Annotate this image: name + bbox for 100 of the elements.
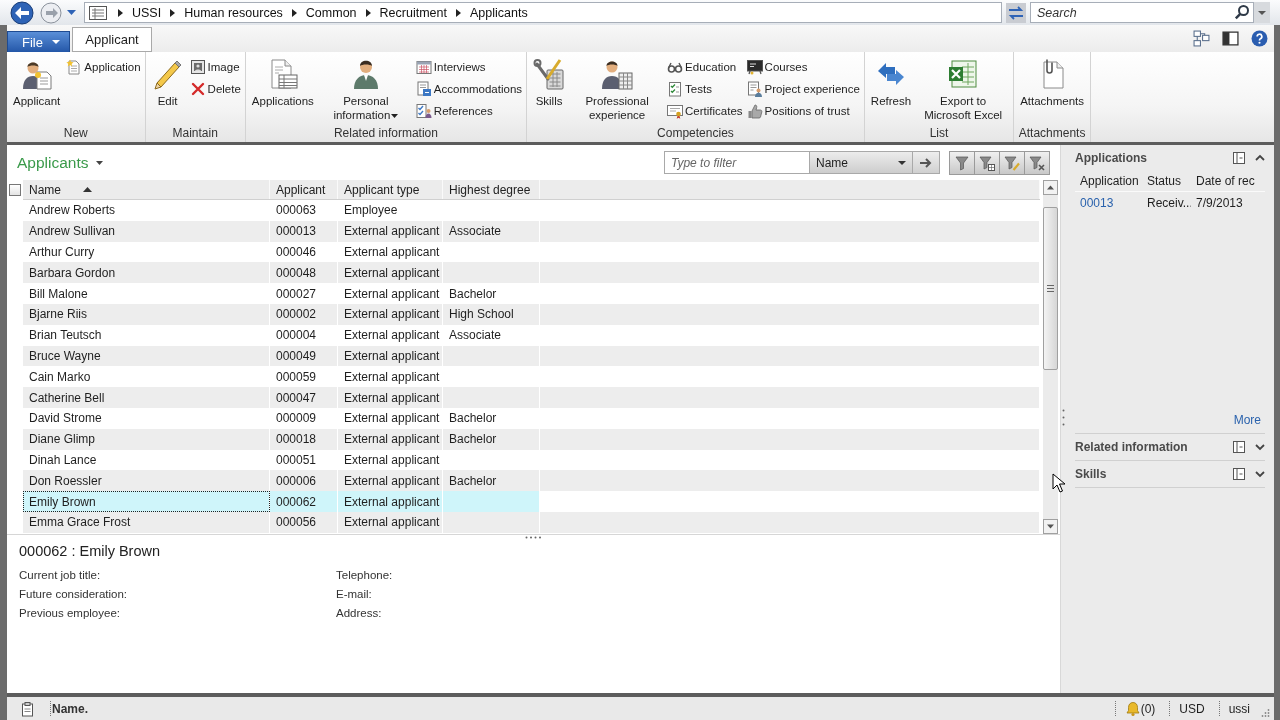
chevron-right-icon[interactable] bbox=[170, 8, 176, 17]
clipboard-icon[interactable] bbox=[20, 700, 36, 717]
scroll-up-icon[interactable] bbox=[1043, 180, 1058, 195]
funnel-icon bbox=[954, 154, 970, 171]
currency-label[interactable]: USD bbox=[1179, 701, 1205, 716]
grip-dots-icon[interactable] bbox=[1062, 409, 1065, 426]
address-bar[interactable]: USSI Human resources Common Recruitment Applicants bbox=[84, 2, 1002, 23]
layout-icon[interactable] bbox=[1193, 30, 1210, 47]
filter-button[interactable] bbox=[1024, 150, 1050, 175]
vertical-scrollbar[interactable] bbox=[1043, 180, 1058, 534]
search-field[interactable]: Search bbox=[1030, 2, 1254, 23]
ribbon-button[interactable]: Courses bbox=[745, 57, 861, 77]
pane-title[interactable]: Related information bbox=[1075, 440, 1188, 454]
table-row[interactable]: Barbara Gordon 000048 External applicant bbox=[23, 262, 1040, 284]
panel-icon[interactable] bbox=[1233, 441, 1245, 453]
swap-arrows-icon[interactable] bbox=[1006, 2, 1026, 23]
ribbon-button[interactable]: Edit bbox=[148, 56, 187, 108]
panel-icon[interactable] bbox=[1233, 468, 1245, 480]
pane-title[interactable]: Skills bbox=[1075, 467, 1107, 481]
table-cell: 000002 bbox=[276, 307, 317, 322]
scroll-down-icon[interactable] bbox=[1043, 519, 1058, 534]
ribbon-button[interactable]: Personal information bbox=[318, 56, 413, 122]
ribbon-tab[interactable]: Applicant bbox=[72, 27, 152, 52]
column-header[interactable]: Date of rec bbox=[1196, 174, 1255, 188]
ribbon-button[interactable]: Project experience bbox=[745, 79, 861, 99]
filter-button[interactable] bbox=[974, 150, 1000, 175]
caret-icon bbox=[95, 160, 103, 165]
filter-button[interactable] bbox=[999, 150, 1025, 175]
chevron-up-icon[interactable] bbox=[1255, 154, 1265, 162]
table-cell: 000062 bbox=[276, 494, 317, 509]
bell-icon[interactable] bbox=[1124, 700, 1141, 717]
table-row[interactable]: Catherine Bell 000047 External applicant bbox=[23, 387, 1040, 408]
table-cell: Andrew Roberts bbox=[29, 203, 116, 218]
breadcrumb-item[interactable]: Applicants bbox=[469, 5, 528, 20]
table-row[interactable]: Don Roessler 000006 External applicant Bachelor bbox=[23, 470, 1040, 492]
more-link[interactable]: More bbox=[1233, 413, 1261, 427]
chevron-down-icon[interactable] bbox=[1255, 470, 1265, 478]
grip-dots-icon[interactable] bbox=[525, 536, 541, 539]
ribbon-button[interactable]: Accommodations bbox=[414, 79, 524, 99]
breadcrumb-item[interactable]: Recruitment bbox=[379, 5, 447, 20]
filter-column-dropdown[interactable]: Name bbox=[810, 151, 913, 174]
ribbon-button[interactable]: Refresh bbox=[867, 56, 915, 108]
ribbon-button[interactable]: Attachments bbox=[1017, 56, 1088, 108]
chevron-right-icon[interactable] bbox=[365, 8, 371, 17]
table-row[interactable]: Bjarne Riis 000002 External applicant High School bbox=[23, 304, 1040, 325]
ribbon-button[interactable]: Interviews bbox=[414, 57, 524, 77]
ribbon-button[interactable]: Certificates bbox=[666, 101, 744, 121]
ribbon-button[interactable]: Tests bbox=[666, 79, 744, 99]
breadcrumb-item[interactable]: Common bbox=[305, 5, 357, 20]
help-icon[interactable] bbox=[1251, 30, 1268, 47]
ribbon-button[interactable]: Image bbox=[188, 57, 242, 77]
ribbon-button[interactable]: References bbox=[414, 101, 524, 121]
column-header[interactable]: Status bbox=[1147, 174, 1182, 188]
ribbon-button[interactable]: Education bbox=[666, 57, 744, 77]
record-link[interactable]: 00013 bbox=[1080, 196, 1114, 210]
table-cell: External applicant bbox=[344, 411, 440, 426]
apply-filter-button[interactable] bbox=[913, 151, 940, 174]
ribbon-button[interactable]: Applicant bbox=[10, 56, 64, 108]
ribbon-button[interactable]: Positions of trust bbox=[745, 101, 861, 121]
chevron-down-icon[interactable] bbox=[1255, 443, 1265, 451]
filter-field[interactable]: Type to filter bbox=[664, 151, 810, 174]
view-title-button[interactable]: Applicants bbox=[17, 153, 103, 172]
ribbon-button[interactable]: Skills bbox=[530, 56, 569, 108]
ribbon-button[interactable]: Applications bbox=[248, 56, 317, 108]
breadcrumb-item[interactable]: USSI bbox=[132, 5, 162, 20]
column-header[interactable]: Name bbox=[29, 182, 92, 197]
chevron-right-icon[interactable] bbox=[291, 8, 297, 17]
chevron-right-icon[interactable] bbox=[118, 8, 123, 17]
resize-grip-icon[interactable] bbox=[1260, 708, 1270, 718]
filter-button[interactable] bbox=[949, 150, 975, 175]
table-row[interactable]: Diane Glimp 000018 External applicant Bachelor bbox=[23, 428, 1040, 450]
table-row[interactable]: Bruce Wayne 000049 External applicant bbox=[23, 345, 1040, 367]
chevron-right-icon[interactable] bbox=[455, 8, 461, 17]
search-icon[interactable] bbox=[1234, 4, 1250, 20]
select-all-checkbox[interactable] bbox=[9, 184, 21, 196]
notification-count[interactable]: (0) bbox=[1140, 701, 1156, 716]
ribbon-button[interactable]: Export to Microsoft Excel bbox=[916, 56, 1011, 122]
table-cell: 000018 bbox=[276, 432, 317, 447]
ribbon-button[interactable]: Delete bbox=[188, 79, 242, 99]
table-cell: Receiv... bbox=[1147, 196, 1191, 210]
field-label: Address: bbox=[336, 606, 382, 621]
scrollbar-thumb[interactable] bbox=[1043, 207, 1058, 370]
page-icon[interactable] bbox=[89, 5, 107, 20]
caret-icon[interactable] bbox=[67, 10, 76, 15]
column-header[interactable]: Applicant type bbox=[344, 182, 420, 197]
user-label[interactable]: ussi bbox=[1228, 701, 1250, 716]
ribbon-button[interactable]: Professional experience bbox=[570, 56, 665, 122]
breadcrumb-item[interactable]: Human resources bbox=[184, 5, 283, 20]
table-row[interactable]: Emma Grace Frost 000056 External applicant bbox=[23, 511, 1040, 533]
document-person-icon bbox=[746, 81, 763, 97]
column-header[interactable]: Applicant bbox=[276, 182, 326, 197]
caret-icon bbox=[898, 160, 906, 165]
side-panel-icon[interactable] bbox=[1222, 30, 1239, 47]
column-header[interactable]: Highest degree bbox=[449, 182, 531, 197]
column-header[interactable]: Application bbox=[1080, 174, 1139, 188]
panel-icon[interactable] bbox=[1233, 152, 1245, 164]
table-row[interactable]: Andrew Sullivan 000013 External applicant Associate bbox=[23, 220, 1040, 242]
ribbon-button[interactable]: Application bbox=[65, 57, 142, 77]
file-menu-tab[interactable]: File bbox=[7, 31, 70, 52]
pane-title[interactable]: Applications bbox=[1075, 151, 1147, 165]
